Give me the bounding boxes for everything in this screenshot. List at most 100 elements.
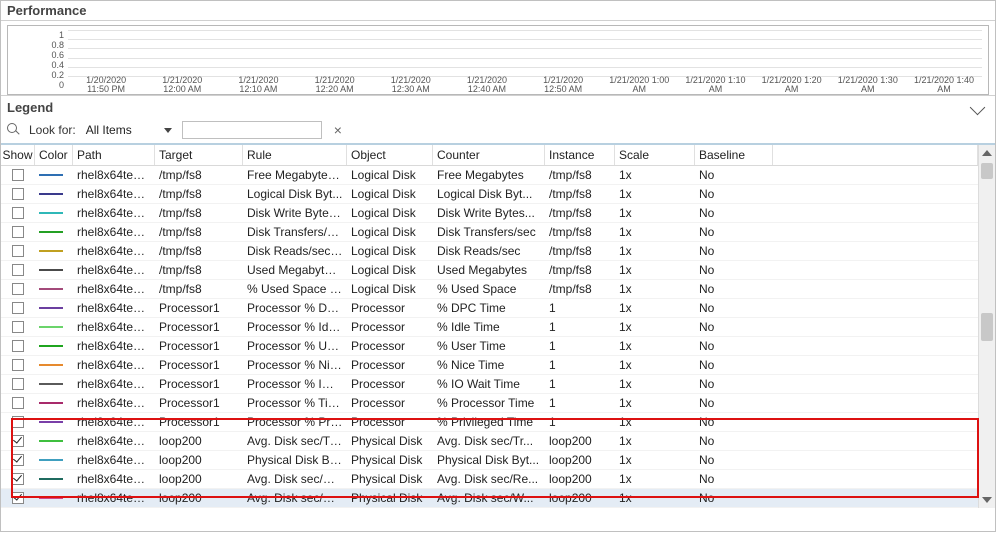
table-row[interactable]: rhel8x64test01Processor1Processor % Nic.… <box>1 356 978 375</box>
show-checkbox[interactable] <box>12 473 24 485</box>
color-swatch <box>39 174 63 176</box>
column-header[interactable]: Counter <box>433 145 545 165</box>
search-input[interactable] <box>182 121 322 139</box>
cell-rule: Avg. Disk sec/W... <box>243 491 347 505</box>
show-checkbox[interactable] <box>12 321 24 333</box>
cell-object: Processor <box>347 415 433 429</box>
cell-color <box>35 459 73 461</box>
cell-path: rhel8x64test01 <box>73 396 155 410</box>
show-checkbox[interactable] <box>12 188 24 200</box>
show-checkbox[interactable] <box>12 397 24 409</box>
column-header[interactable]: Color <box>35 145 73 165</box>
show-checkbox[interactable] <box>12 454 24 466</box>
cell-path: rhel8x64test01 <box>73 168 155 182</box>
cell-target: /tmp/fs8 <box>155 282 243 296</box>
cell-counter: % Processor Time <box>433 396 545 410</box>
column-header[interactable]: Show <box>1 145 35 165</box>
cell-color <box>35 269 73 271</box>
table-row[interactable]: rhel8x64test01/tmp/fs8Disk Transfers/s..… <box>1 223 978 242</box>
table-row[interactable]: rhel8x64test01/tmp/fs8Disk Write Bytes..… <box>1 204 978 223</box>
cell-object: Logical Disk <box>347 282 433 296</box>
cell-rule: Disk Reads/sec (... <box>243 244 347 258</box>
cell-baseline: No <box>695 206 773 220</box>
cell-object: Processor <box>347 301 433 315</box>
legend-grid[interactable]: ShowColorPathTargetRuleObjectCounterInst… <box>1 145 978 508</box>
show-checkbox[interactable] <box>12 435 24 447</box>
cell-instance: 1 <box>545 415 615 429</box>
show-checkbox[interactable] <box>12 245 24 257</box>
column-header[interactable]: Object <box>347 145 433 165</box>
show-checkbox[interactable] <box>12 226 24 238</box>
cell-object: Processor <box>347 396 433 410</box>
table-row[interactable]: rhel8x64test01loop200Avg. Disk sec/Tr...… <box>1 432 978 451</box>
show-checkbox[interactable] <box>12 340 24 352</box>
clear-search-button[interactable]: × <box>330 122 346 138</box>
table-row[interactable]: rhel8x64test01Processor1Processor % Use.… <box>1 337 978 356</box>
show-checkbox[interactable] <box>12 492 24 504</box>
cell-show <box>1 397 35 409</box>
lookfor-scope-combo[interactable]: All Items <box>84 123 174 137</box>
column-header[interactable]: Rule <box>243 145 347 165</box>
show-checkbox[interactable] <box>12 169 24 181</box>
chevron-down-icon[interactable] <box>970 100 986 116</box>
table-row[interactable]: rhel8x64test01/tmp/fs8% Used Space (...L… <box>1 280 978 299</box>
table-row[interactable]: rhel8x64test01Processor1Processor % Priv… <box>1 413 978 432</box>
cell-target: Processor1 <box>155 396 243 410</box>
x-tick-label: 1/21/202012:40 AM <box>449 76 525 94</box>
scroll-thumb[interactable] <box>981 163 993 179</box>
color-swatch <box>39 250 63 252</box>
show-checkbox[interactable] <box>12 264 24 276</box>
color-swatch <box>39 383 63 385</box>
x-tick-label: 1/21/202012:10 AM <box>220 76 296 94</box>
table-row[interactable]: rhel8x64test01/tmp/fs8Logical Disk Byt..… <box>1 185 978 204</box>
column-header[interactable]: Baseline <box>695 145 773 165</box>
show-checkbox[interactable] <box>12 207 24 219</box>
legend-section-header[interactable]: Legend <box>1 95 995 117</box>
column-header[interactable]: Scale <box>615 145 695 165</box>
cell-instance: loop200 <box>545 491 615 505</box>
scroll-down-button[interactable] <box>979 492 995 508</box>
scroll-thumb[interactable] <box>981 313 993 341</box>
y-tick-label: 0.8 <box>51 40 64 50</box>
x-tick-label: 1/21/2020 1:10AM <box>677 76 753 94</box>
chart-x-axis: 1/20/202011:50 PM1/21/202012:00 AM1/21/2… <box>68 76 982 94</box>
table-row[interactable]: rhel8x64test01loop200Physical Disk Byt..… <box>1 451 978 470</box>
column-header[interactable]: Path <box>73 145 155 165</box>
show-checkbox[interactable] <box>12 378 24 390</box>
table-row[interactable]: rhel8x64test01/tmp/fs8Disk Reads/sec (..… <box>1 242 978 261</box>
cell-path: rhel8x64test01 <box>73 244 155 258</box>
legend-column-headers[interactable]: ShowColorPathTargetRuleObjectCounterInst… <box>1 145 978 166</box>
show-checkbox[interactable] <box>12 416 24 428</box>
table-row[interactable]: rhel8x64test01Processor1Processor % Tim.… <box>1 394 978 413</box>
show-checkbox[interactable] <box>12 302 24 314</box>
cell-baseline: No <box>695 472 773 486</box>
cell-scale: 1x <box>615 168 695 182</box>
performance-chart[interactable]: 10.80.60.40.20 1/20/202011:50 PM1/21/202… <box>7 25 989 95</box>
cell-scale: 1x <box>615 339 695 353</box>
cell-scale: 1x <box>615 320 695 334</box>
vertical-scrollbar[interactable] <box>978 145 995 508</box>
triangle-up-icon <box>982 150 992 156</box>
cell-show <box>1 264 35 276</box>
legend-grid-wrap: ShowColorPathTargetRuleObjectCounterInst… <box>1 145 995 508</box>
table-row[interactable]: rhel8x64test01loop200Avg. Disk sec/Re...… <box>1 470 978 489</box>
show-checkbox[interactable] <box>12 359 24 371</box>
column-header[interactable]: Instance <box>545 145 615 165</box>
cell-path: rhel8x64test01 <box>73 339 155 353</box>
cell-show <box>1 435 35 447</box>
table-row[interactable]: rhel8x64test01/tmp/fs8Free Megabytes...L… <box>1 166 978 185</box>
table-row[interactable]: rhel8x64test01Processor1Processor % IO T… <box>1 375 978 394</box>
cell-instance: /tmp/fs8 <box>545 168 615 182</box>
cell-counter: Physical Disk Byt... <box>433 453 545 467</box>
scroll-up-button[interactable] <box>979 145 995 161</box>
table-row[interactable]: rhel8x64test01Processor1Processor % DP..… <box>1 299 978 318</box>
table-row[interactable]: rhel8x64test01Processor1Processor % Idle… <box>1 318 978 337</box>
column-header[interactable]: Target <box>155 145 243 165</box>
table-row[interactable]: rhel8x64test01/tmp/fs8Used Megabytes...L… <box>1 261 978 280</box>
table-row[interactable]: rhel8x64test01loop200Avg. Disk sec/W...P… <box>1 489 978 508</box>
show-checkbox[interactable] <box>12 283 24 295</box>
column-header-filler <box>773 145 978 165</box>
y-tick-label: 1 <box>59 30 64 40</box>
x-tick-label: 1/21/202012:30 AM <box>373 76 449 94</box>
lookfor-toolbar: Look for: All Items × <box>1 117 995 145</box>
